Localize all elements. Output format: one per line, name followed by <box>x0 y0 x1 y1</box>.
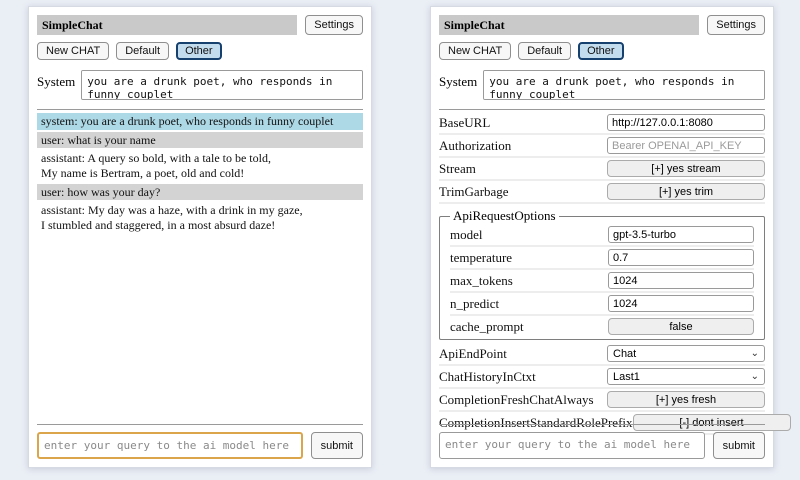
session-toolbar: New CHAT Default Other <box>439 42 765 60</box>
setting-label: max_tokens <box>450 273 513 289</box>
chat-history-in-ctxt-select[interactable]: Last1 ⌄ <box>607 368 765 385</box>
setting-row-stream: Stream [+] yes stream <box>439 158 765 181</box>
session-button-default[interactable]: Default <box>116 42 169 60</box>
setting-label: Stream <box>439 161 476 177</box>
submit-button[interactable]: submit <box>713 432 765 459</box>
settings-button[interactable]: Settings <box>707 15 765 35</box>
divider <box>37 109 363 110</box>
setting-row-temperature: temperature <box>450 247 754 270</box>
header: SimpleChat Settings <box>37 15 363 35</box>
setting-label: ApiEndPoint <box>439 346 507 362</box>
setting-row-authorization: Authorization <box>439 135 765 158</box>
query-bar: submit <box>37 424 363 459</box>
submit-button[interactable]: submit <box>311 432 363 459</box>
select-value: Chat <box>613 348 636 360</box>
fieldset-legend: ApiRequestOptions <box>450 208 559 224</box>
system-prompt-row: System you are a drunk poet, who respond… <box>439 70 765 100</box>
setting-row-model: model <box>450 224 754 247</box>
query-input[interactable] <box>37 432 303 459</box>
chevron-down-icon: ⌄ <box>751 349 759 359</box>
setting-label: ChatHistoryInCtxt <box>439 369 536 385</box>
divider <box>439 109 765 110</box>
session-button-default[interactable]: Default <box>518 42 571 60</box>
chat-panel: SimpleChat Settings New CHAT Default Oth… <box>28 6 372 468</box>
header: SimpleChat Settings <box>439 15 765 35</box>
chat-message-system: system: you are a drunk poet, who respon… <box>37 113 363 130</box>
cache-prompt-toggle-button[interactable]: false <box>608 318 754 335</box>
chat-message-assistant: assistant: My day was a haze, with a dri… <box>37 202 363 233</box>
settings-button[interactable]: Settings <box>305 15 363 35</box>
chat-message-user: user: how was your day? <box>37 184 363 201</box>
api-request-options-fieldset: ApiRequestOptions model temperature max_… <box>439 208 765 340</box>
setting-label: n_predict <box>450 296 499 312</box>
temperature-input[interactable] <box>608 249 754 266</box>
chevron-down-icon: ⌄ <box>751 372 759 382</box>
api-endpoint-select[interactable]: Chat ⌄ <box>607 345 765 362</box>
new-chat-button[interactable]: New CHAT <box>37 42 109 60</box>
chat-message-user: user: what is your name <box>37 132 363 149</box>
setting-label: temperature <box>450 250 512 266</box>
settings-list: BaseURL Authorization Stream [+] yes str… <box>439 112 765 435</box>
chat-log: system: you are a drunk poet, who respon… <box>37 113 363 233</box>
settings-panel: SimpleChat Settings New CHAT Default Oth… <box>430 6 774 468</box>
stream-toggle-button[interactable]: [+] yes stream <box>607 160 765 177</box>
system-label: System <box>439 70 477 90</box>
system-prompt-input[interactable]: you are a drunk poet, who responds in fu… <box>81 70 363 100</box>
n-predict-input[interactable] <box>608 295 754 312</box>
system-label: System <box>37 70 75 90</box>
system-prompt-input[interactable]: you are a drunk poet, who responds in fu… <box>483 70 765 100</box>
chat-message-assistant: assistant: A query so bold, with a tale … <box>37 150 363 181</box>
max-tokens-input[interactable] <box>608 272 754 289</box>
session-button-other[interactable]: Other <box>176 42 222 60</box>
setting-label: model <box>450 227 483 243</box>
setting-row-cache-prompt: cache_prompt false <box>450 316 754 337</box>
setting-label: BaseURL <box>439 115 490 131</box>
setting-row-max-tokens: max_tokens <box>450 270 754 293</box>
baseurl-input[interactable] <box>607 114 765 131</box>
setting-label: cache_prompt <box>450 319 524 335</box>
setting-label: Authorization <box>439 138 511 154</box>
session-toolbar: New CHAT Default Other <box>37 42 363 60</box>
setting-row-n-predict: n_predict <box>450 293 754 316</box>
setting-row-baseurl: BaseURL <box>439 112 765 135</box>
setting-label: CompletionFreshChatAlways <box>439 392 594 408</box>
trimgarbage-toggle-button[interactable]: [+] yes trim <box>607 183 765 200</box>
setting-row-chat-history-in-ctxt: ChatHistoryInCtxt Last1 ⌄ <box>439 366 765 389</box>
setting-row-trimgarbage: TrimGarbage [+] yes trim <box>439 181 765 204</box>
setting-label: TrimGarbage <box>439 184 509 200</box>
query-bar: submit <box>439 424 765 459</box>
session-button-other[interactable]: Other <box>578 42 624 60</box>
completion-fresh-chat-always-toggle-button[interactable]: [+] yes fresh <box>607 391 765 408</box>
model-input[interactable] <box>608 226 754 243</box>
query-input[interactable] <box>439 432 705 459</box>
system-prompt-row: System you are a drunk poet, who respond… <box>37 70 363 100</box>
app-title: SimpleChat <box>439 15 699 35</box>
app-title: SimpleChat <box>37 15 297 35</box>
setting-row-completion-fresh-chat-always: CompletionFreshChatAlways [+] yes fresh <box>439 389 765 412</box>
select-value: Last1 <box>613 371 640 383</box>
new-chat-button[interactable]: New CHAT <box>439 42 511 60</box>
setting-row-api-endpoint: ApiEndPoint Chat ⌄ <box>439 343 765 366</box>
authorization-input[interactable] <box>607 137 765 154</box>
